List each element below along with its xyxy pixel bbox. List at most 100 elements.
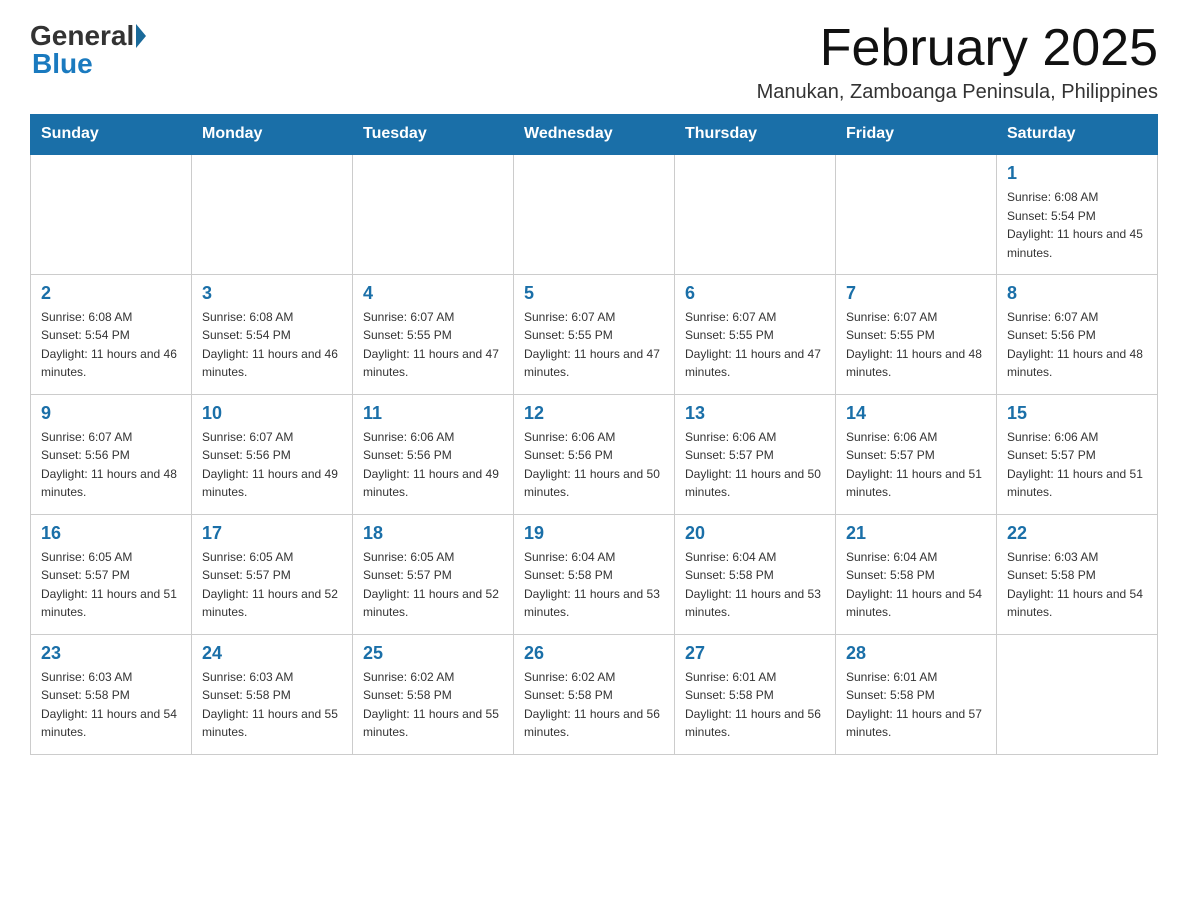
day-number: 1: [1007, 163, 1147, 184]
calendar-cell: 15 Sunrise: 6:06 AMSunset: 5:57 PMDayligh…: [997, 394, 1158, 514]
weekday-header-saturday: Saturday: [997, 115, 1158, 155]
day-info: Sunrise: 6:02 AMSunset: 5:58 PMDaylight:…: [363, 668, 503, 742]
calendar-cell: 4 Sunrise: 6:07 AMSunset: 5:55 PMDaylight…: [353, 274, 514, 394]
day-number: 3: [202, 283, 342, 304]
day-info: Sunrise: 6:03 AMSunset: 5:58 PMDaylight:…: [41, 668, 181, 742]
day-info: Sunrise: 6:07 AMSunset: 5:55 PMDaylight:…: [685, 308, 825, 382]
day-info: Sunrise: 6:05 AMSunset: 5:57 PMDaylight:…: [202, 548, 342, 622]
day-info: Sunrise: 6:07 AMSunset: 5:55 PMDaylight:…: [363, 308, 503, 382]
weekday-header-friday: Friday: [836, 115, 997, 155]
calendar-cell: 17 Sunrise: 6:05 AMSunset: 5:57 PMDayligh…: [192, 514, 353, 634]
day-number: 12: [524, 403, 664, 424]
logo-blue-text: Blue: [32, 48, 93, 79]
day-info: Sunrise: 6:04 AMSunset: 5:58 PMDaylight:…: [685, 548, 825, 622]
day-info: Sunrise: 6:07 AMSunset: 5:56 PMDaylight:…: [202, 428, 342, 502]
day-number: 27: [685, 643, 825, 664]
calendar-table: SundayMondayTuesdayWednesdayThursdayFrid…: [30, 114, 1158, 755]
day-info: Sunrise: 6:06 AMSunset: 5:57 PMDaylight:…: [685, 428, 825, 502]
calendar-cell: 20 Sunrise: 6:04 AMSunset: 5:58 PMDayligh…: [675, 514, 836, 634]
title-section: February 2025 Manukan, Zamboanga Peninsu…: [757, 20, 1158, 104]
calendar-cell: [675, 154, 836, 274]
day-number: 18: [363, 523, 503, 544]
calendar-header: SundayMondayTuesdayWednesdayThursdayFrid…: [31, 115, 1158, 155]
calendar-cell: 10 Sunrise: 6:07 AMSunset: 5:56 PMDayligh…: [192, 394, 353, 514]
calendar-cell: 26 Sunrise: 6:02 AMSunset: 5:58 PMDayligh…: [514, 634, 675, 754]
calendar-cell: 28Sunrise: 6:01 AMSunset: 5:58 PMDayligh…: [836, 634, 997, 754]
day-number: 16: [41, 523, 181, 544]
calendar-cell: [353, 154, 514, 274]
calendar-cell: 9Sunrise: 6:07 AMSunset: 5:56 PMDaylight…: [31, 394, 192, 514]
day-info: Sunrise: 6:06 AMSunset: 5:57 PMDaylight:…: [846, 428, 986, 502]
day-info: Sunrise: 6:06 AMSunset: 5:56 PMDaylight:…: [524, 428, 664, 502]
day-number: 4: [363, 283, 503, 304]
logo: General Blue: [30, 20, 148, 80]
day-number: 8: [1007, 283, 1147, 304]
calendar-body: 1 Sunrise: 6:08 AMSunset: 5:54 PMDaylight…: [31, 154, 1158, 754]
day-number: 11: [363, 403, 503, 424]
calendar-cell: 3 Sunrise: 6:08 AMSunset: 5:54 PMDaylight…: [192, 274, 353, 394]
calendar-cell: 2 Sunrise: 6:08 AMSunset: 5:54 PMDaylight…: [31, 274, 192, 394]
calendar-cell: [31, 154, 192, 274]
calendar-cell: 24 Sunrise: 6:03 AMSunset: 5:58 PMDayligh…: [192, 634, 353, 754]
weekday-header-wednesday: Wednesday: [514, 115, 675, 155]
day-number: 7: [846, 283, 986, 304]
calendar-cell: 13Sunrise: 6:06 AMSunset: 5:57 PMDayligh…: [675, 394, 836, 514]
day-info: Sunrise: 6:05 AMSunset: 5:57 PMDaylight:…: [41, 548, 181, 622]
calendar-cell: 23 Sunrise: 6:03 AMSunset: 5:58 PMDayligh…: [31, 634, 192, 754]
day-number: 5: [524, 283, 664, 304]
day-number: 10: [202, 403, 342, 424]
calendar-cell: [192, 154, 353, 274]
day-number: 22: [1007, 523, 1147, 544]
day-number: 19: [524, 523, 664, 544]
day-number: 25: [363, 643, 503, 664]
weekday-header-sunday: Sunday: [31, 115, 192, 155]
weekday-header-monday: Monday: [192, 115, 353, 155]
calendar-cell: 18 Sunrise: 6:05 AMSunset: 5:57 PMDayligh…: [353, 514, 514, 634]
day-info: Sunrise: 6:08 AMSunset: 5:54 PMDaylight:…: [202, 308, 342, 382]
calendar-cell: 8 Sunrise: 6:07 AMSunset: 5:56 PMDaylight…: [997, 274, 1158, 394]
weekday-header-row: SundayMondayTuesdayWednesdayThursdayFrid…: [31, 115, 1158, 155]
calendar-week-1: 1Sunrise: 6:08 AMSunset: 5:54 PMDaylight…: [31, 154, 1158, 274]
day-number: 6: [685, 283, 825, 304]
day-info: Sunrise: 6:06 AMSunset: 5:57 PMDaylight:…: [1007, 428, 1147, 502]
day-info: Sunrise: 6:01 AMSunset: 5:58 PMDaylight:…: [685, 668, 825, 742]
calendar-cell: 7Sunrise: 6:07 AMSunset: 5:55 PMDaylight…: [836, 274, 997, 394]
day-number: 20: [685, 523, 825, 544]
day-info: Sunrise: 6:02 AMSunset: 5:58 PMDaylight:…: [524, 668, 664, 742]
weekday-header-thursday: Thursday: [675, 115, 836, 155]
day-info: Sunrise: 6:05 AMSunset: 5:57 PMDaylight:…: [363, 548, 503, 622]
day-info: Sunrise: 6:07 AMSunset: 5:56 PMDaylight:…: [1007, 308, 1147, 382]
day-number: 2: [41, 283, 181, 304]
day-number: 9: [41, 403, 181, 424]
calendar-cell: 6 Sunrise: 6:07 AMSunset: 5:55 PMDaylight…: [675, 274, 836, 394]
logo-arrow-icon: [136, 24, 146, 48]
calendar-week-4: 16 Sunrise: 6:05 AMSunset: 5:57 PMDayligh…: [31, 514, 1158, 634]
day-number: 23: [41, 643, 181, 664]
day-number: 28: [846, 643, 986, 664]
day-info: Sunrise: 6:04 AMSunset: 5:58 PMDaylight:…: [524, 548, 664, 622]
calendar-cell: 11 Sunrise: 6:06 AMSunset: 5:56 PMDayligh…: [353, 394, 514, 514]
calendar-cell: 21Sunrise: 6:04 AMSunset: 5:58 PMDayligh…: [836, 514, 997, 634]
day-info: Sunrise: 6:08 AMSunset: 5:54 PMDaylight:…: [41, 308, 181, 382]
calendar-cell: 14Sunrise: 6:06 AMSunset: 5:57 PMDayligh…: [836, 394, 997, 514]
day-number: 15: [1007, 403, 1147, 424]
day-info: Sunrise: 6:06 AMSunset: 5:56 PMDaylight:…: [363, 428, 503, 502]
day-number: 26: [524, 643, 664, 664]
weekday-header-tuesday: Tuesday: [353, 115, 514, 155]
calendar-cell: 16 Sunrise: 6:05 AMSunset: 5:57 PMDayligh…: [31, 514, 192, 634]
calendar-week-5: 23 Sunrise: 6:03 AMSunset: 5:58 PMDayligh…: [31, 634, 1158, 754]
day-number: 17: [202, 523, 342, 544]
calendar-week-3: 9 Sunrise: 6:07 AMSunset: 5:56 PMDaylight…: [31, 394, 1158, 514]
page-header: General Blue February 2025 Manukan, Zamb…: [30, 20, 1158, 104]
calendar-cell: 5 Sunrise: 6:07 AMSunset: 5:55 PMDaylight…: [514, 274, 675, 394]
calendar-week-2: 2 Sunrise: 6:08 AMSunset: 5:54 PMDaylight…: [31, 274, 1158, 394]
location-title: Manukan, Zamboanga Peninsula, Philippine…: [757, 81, 1158, 104]
calendar-cell: [836, 154, 997, 274]
calendar-cell: 19 Sunrise: 6:04 AMSunset: 5:58 PMDayligh…: [514, 514, 675, 634]
calendar-cell: 25 Sunrise: 6:02 AMSunset: 5:58 PMDayligh…: [353, 634, 514, 754]
day-info: Sunrise: 6:07 AMSunset: 5:55 PMDaylight:…: [524, 308, 664, 382]
month-title: February 2025: [757, 20, 1158, 77]
day-info: Sunrise: 6:03 AMSunset: 5:58 PMDaylight:…: [1007, 548, 1147, 622]
day-info: Sunrise: 6:03 AMSunset: 5:58 PMDaylight:…: [202, 668, 342, 742]
day-number: 24: [202, 643, 342, 664]
